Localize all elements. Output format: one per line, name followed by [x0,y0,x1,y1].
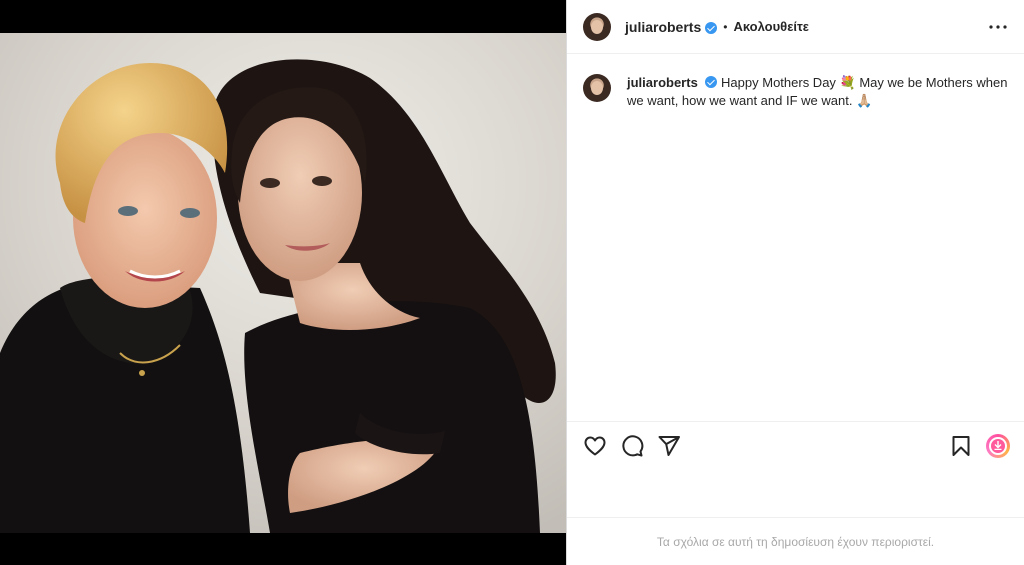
bookmark-icon[interactable] [947,432,975,460]
author-avatar[interactable] [583,12,611,41]
download-button-inner [989,436,1007,455]
more-options-icon[interactable] [986,15,1010,39]
heart-icon[interactable] [581,432,609,460]
follow-status-button[interactable]: Ακολουθείτε [733,19,809,34]
verified-badge-icon [705,21,718,34]
caption-body-line2: we want, how we want and IF we want. 🙏🏼 [627,93,873,108]
action-bar [567,421,1024,469]
download-icon[interactable] [984,432,1012,460]
send-icon[interactable] [655,432,683,460]
post-photo[interactable] [0,33,566,533]
post-media[interactable] [0,0,566,565]
download-arrow [991,438,1005,453]
post-caption: juliaroberts Happy Mothers Day 💐 May we … [567,54,1024,110]
download-button-ring [986,433,1010,458]
post-header: juliaroberts • Ακολουθείτε [567,0,1024,54]
post-side-panel: juliaroberts • Ακολουθείτε juliaroberts … [566,0,1024,565]
author-username[interactable]: juliaroberts [625,19,701,35]
portrait-image [0,33,566,533]
caption-author-avatar[interactable] [583,74,611,102]
comments-restricted-notice: Τα σχόλια σε αυτή τη δημοσίευση έχουν πε… [567,517,1024,565]
caption-verified-badge-icon [705,76,718,88]
caption-username[interactable]: juliaroberts [627,75,698,90]
caption-text: juliaroberts Happy Mothers Day 💐 May we … [627,74,1007,110]
caption-body-line1: Happy Mothers Day 💐 May we be Mothers wh… [721,75,1008,90]
header-separator: • [723,19,728,34]
instagram-post-view: juliaroberts • Ακολουθείτε juliaroberts … [0,0,1024,565]
comment-icon[interactable] [618,432,646,460]
